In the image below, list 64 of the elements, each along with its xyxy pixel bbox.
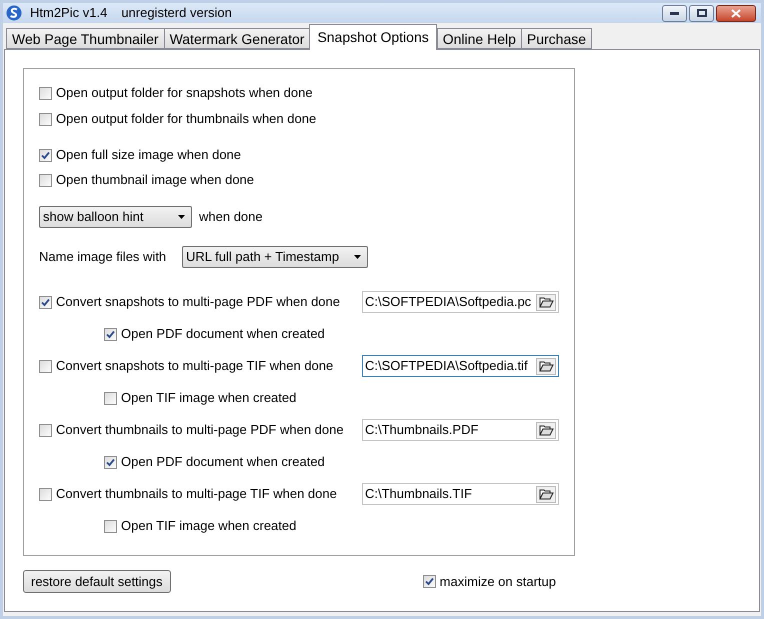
checkmark-icon (106, 330, 115, 338)
folder-icon (538, 488, 554, 500)
checkmark-icon (106, 458, 115, 466)
window-subtitle: unregisterd version (121, 4, 232, 22)
checkbox-label: Convert snapshots to multi-page PDF when done (56, 293, 340, 312)
checkbox[interactable] (39, 148, 52, 162)
tab[interactable]: Online Help (436, 28, 522, 49)
checkbox-label: Open PDF document when created (121, 453, 325, 472)
hint-dropdown[interactable]: show balloon hint (39, 206, 192, 228)
checkbox[interactable] (39, 424, 52, 436)
checkbox-label: Open output folder for snapshots when done (56, 84, 313, 102)
checkbox-label: Open output folder for thumbnails when done (56, 110, 316, 128)
checkbox[interactable] (39, 360, 52, 372)
path-field[interactable]: C:\Thumbnails.PDF (362, 419, 559, 441)
checkbox-label: Open TIF image when created (121, 517, 296, 536)
maximize-icon (696, 9, 706, 17)
checkbox-label: Open full size image when done (56, 146, 242, 164)
checkbox[interactable] (104, 456, 117, 468)
checkmark-icon (41, 150, 50, 160)
checkbox-label: Open TIF image when created (121, 389, 296, 408)
checkbox[interactable] (39, 86, 52, 100)
checkbox[interactable] (104, 520, 117, 532)
browse-button[interactable] (536, 294, 556, 310)
caret-icon (178, 215, 185, 219)
checkbox[interactable] (39, 112, 52, 126)
folder-icon (538, 296, 554, 308)
checkbox-label: Convert thumbnails to multi-page TIF when done (56, 485, 337, 504)
folder-icon (538, 360, 554, 372)
checkbox-label: Convert snapshots to multi-page TIF when done (56, 357, 334, 376)
checkbox[interactable] (104, 328, 117, 340)
checkbox-label: Open PDF document when created (121, 325, 325, 344)
tab[interactable]: Snapshot Options (309, 24, 437, 50)
restore-defaults-button[interactable]: restore default settings (23, 570, 171, 593)
tab[interactable]: Web Page Thumbnailer (6, 28, 165, 49)
close-button[interactable] (716, 4, 756, 22)
checkbox[interactable] (422, 575, 436, 588)
app-logo-icon (6, 5, 22, 21)
checkbox[interactable] (39, 174, 52, 186)
window-title: Htm2Pic v1.4 (30, 4, 108, 22)
tab[interactable]: Watermark Generator (164, 28, 310, 49)
checkbox[interactable] (39, 488, 52, 500)
checkbox-label: maximize on startup (440, 572, 556, 591)
path-field[interactable]: C:\SOFTPEDIA\Softpedia.pc (362, 291, 559, 313)
naming-label: Name image files with (39, 248, 168, 266)
checkmark-icon (424, 577, 434, 586)
naming-dropdown[interactable]: URL full path + Timestamp (182, 246, 368, 268)
minimize-button[interactable] (662, 4, 687, 22)
checkbox[interactable] (39, 296, 52, 308)
tab[interactable]: Purchase (520, 28, 592, 49)
browse-button[interactable] (536, 422, 556, 438)
browse-button[interactable] (536, 358, 556, 374)
browse-button[interactable] (536, 486, 556, 502)
checkbox[interactable] (104, 392, 117, 404)
close-icon (731, 8, 741, 18)
folder-icon (538, 424, 554, 436)
dropdown-suffix: when done (199, 208, 263, 226)
path-field[interactable]: C:\SOFTPEDIA\Softpedia.tif (362, 355, 559, 377)
checkbox-label: Convert thumbnails to multi-page PDF when done (56, 421, 344, 440)
caret-icon (354, 255, 361, 259)
minimize-icon (670, 12, 679, 14)
checkbox-label: Open thumbnail image when done (56, 171, 254, 190)
path-field[interactable]: C:\Thumbnails.TIF (362, 483, 559, 505)
maximize-button[interactable] (689, 4, 714, 22)
checkmark-icon (41, 298, 50, 306)
